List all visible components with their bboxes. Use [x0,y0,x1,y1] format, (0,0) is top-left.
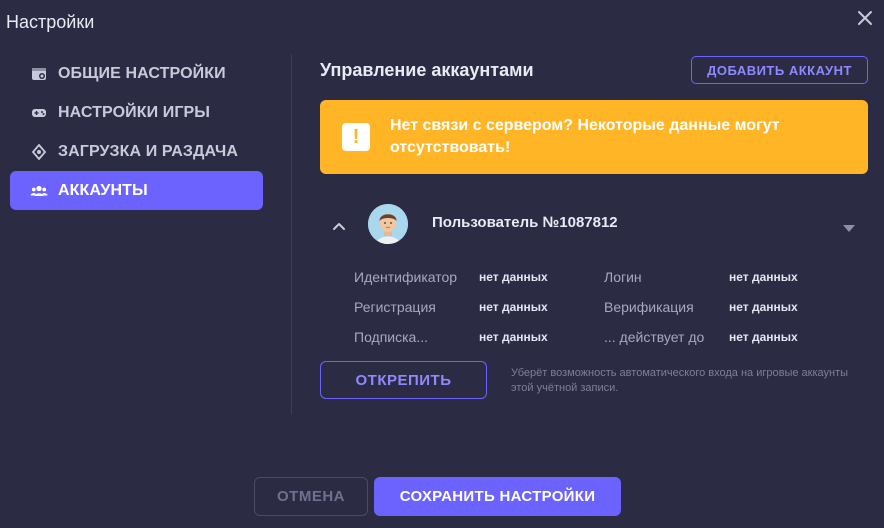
sidebar-item-label: АККАУНТЫ [58,181,148,199]
unpin-button[interactable]: ОТКРЕПИТЬ [320,361,487,399]
field-label: Верификация [604,299,694,315]
divider [291,54,292,414]
field-value: нет данных [729,270,798,284]
torrent-icon [30,143,48,161]
close-icon[interactable] [855,8,875,28]
avatar [368,204,408,244]
gamepad-icon [30,104,48,122]
field-value: нет данных [479,300,548,314]
field-value: нет данных [479,270,548,284]
sidebar-item-label: ЗАГРУЗКА И РАЗДАЧА [58,142,238,160]
info-row: Регистрация нет данных Верификация нет д… [354,292,854,322]
account-info: Идентификатор нет данных Логин нет данны… [354,262,854,352]
field-label: Подписка... [354,329,428,345]
account-header: Пользователь №1087812 [320,200,868,248]
window-title: Настройки [6,12,95,32]
unpin-hint: Уберёт возможность автоматического входа… [511,367,849,394]
account-username: Пользователь №1087812 [432,214,618,231]
field-value: нет данных [729,330,798,344]
caret-down-icon[interactable] [842,220,856,232]
exclamation-icon: ! [342,123,370,151]
warning-banner: ! Нет связи с сервером? Некоторые данные… [320,100,868,174]
users-icon [30,182,48,200]
chevron-up-icon[interactable] [332,218,346,230]
page-title: Управление аккаунтами [320,60,534,80]
sidebar-item-label: НАСТРОЙКИ ИГРЫ [58,103,211,121]
field-value: нет данных [479,330,548,344]
info-row: Подписка... нет данных ... действует до … [354,322,854,352]
field-value: нет данных [729,300,798,314]
add-account-button[interactable]: ДОБАВИТЬ АККАУНТ [691,56,868,84]
sidebar-item-label: ОБЩИЕ НАСТРОЙКИ [58,64,226,82]
field-label: ... действует до [604,329,705,345]
sidebar-item-general-settings[interactable]: ОБЩИЕ НАСТРОЙКИ [10,54,263,93]
settings-window-icon [30,65,48,83]
field-label: Логин [604,269,642,285]
save-settings-button[interactable]: СОХРАНИТЬ НАСТРОЙКИ [374,477,621,516]
sidebar-item-download-upload[interactable]: ЗАГРУЗКА И РАЗДАЧА [10,132,263,171]
cancel-button[interactable]: ОТМЕНА [254,477,368,516]
warning-text: Нет связи с сервером? Некоторые данные м… [390,117,780,156]
sidebar: ОБЩИЕ НАСТРОЙКИ НАСТРОЙКИ ИГРЫ ЗАГРУЗКА … [10,54,263,210]
info-row: Идентификатор нет данных Логин нет данны… [354,262,854,292]
field-label: Идентификатор [354,269,458,285]
sidebar-item-accounts[interactable]: АККАУНТЫ [10,171,263,210]
sidebar-item-game-settings[interactable]: НАСТРОЙКИ ИГРЫ [10,93,263,132]
field-label: Регистрация [354,299,436,315]
